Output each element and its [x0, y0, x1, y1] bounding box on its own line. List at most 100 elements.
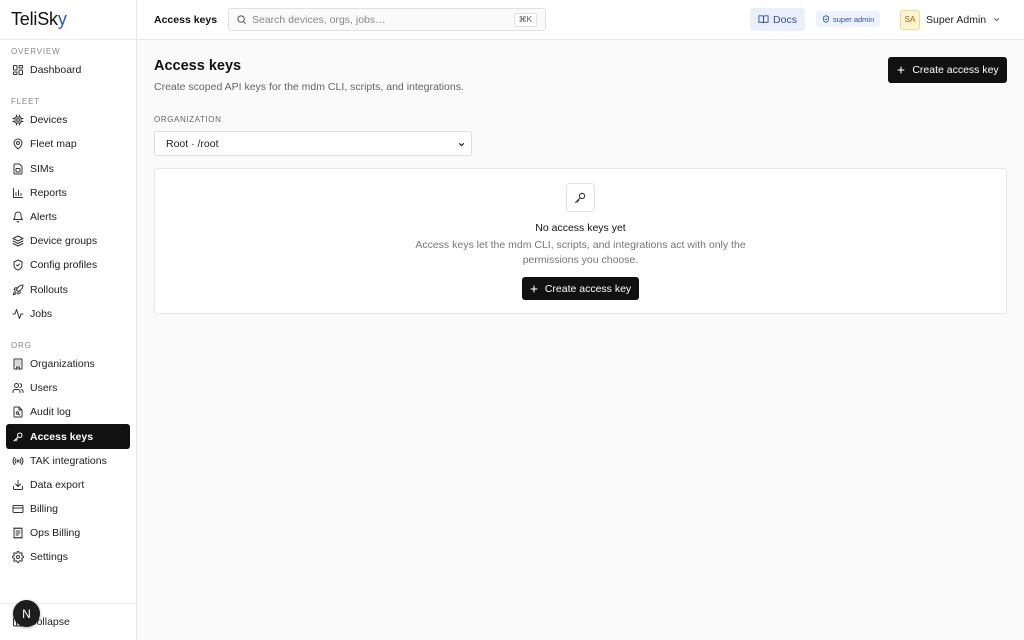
bar-chart-icon: [13, 187, 23, 198]
sidebar-item-label: Dashboard: [30, 64, 82, 77]
sidebar-item-devices[interactable]: Devices: [6, 108, 130, 132]
assistant-bubble[interactable]: N: [13, 600, 40, 627]
search-icon: [237, 15, 246, 24]
chevron-down-icon: [994, 18, 1000, 22]
sidebar-item-label: Alerts: [30, 211, 57, 224]
book-icon: [758, 15, 769, 24]
logo-accent: y: [57, 9, 67, 29]
search-input[interactable]: [252, 13, 502, 26]
sidebar: TeliSk y OVERVIEW Dashboard FLEET Devices Fle…: [0, 0, 137, 640]
sidebar-item-data-export[interactable]: Data export: [6, 473, 130, 497]
sidebar-item-ops-billing[interactable]: Ops Billing: [6, 521, 130, 545]
sidebar-section-label: ORG: [11, 340, 32, 350]
plus-icon: [897, 66, 905, 74]
sidebar-item-label: Billing: [30, 503, 59, 516]
search-shortcut: ⌘K: [513, 13, 537, 27]
user-menu[interactable]: SA Super Admin: [900, 9, 1001, 30]
gear-icon: [12, 551, 24, 564]
sidebar-item-settings[interactable]: Settings: [6, 545, 130, 569]
sidebar-item-label: Devices: [30, 114, 68, 127]
sidebar-item-tak-integrations[interactable]: TAK integrations: [6, 449, 130, 473]
topbar: Access keys ⌘K Docs super admin SA Super…: [137, 0, 1024, 40]
role-badge-label: super admin: [833, 14, 875, 24]
sidebar-item-label: Data export: [30, 478, 85, 491]
plus-icon: [530, 285, 538, 292]
sidebar-section-label: FLEET: [11, 97, 40, 107]
chip-icon: [12, 114, 24, 126]
main-content: Access keys Create scoped API keys for t…: [137, 40, 1024, 640]
role-badge: super admin: [816, 11, 881, 27]
sidebar-item-label: Organizations: [30, 357, 95, 370]
empty-state-title: No access keys yet: [535, 222, 626, 234]
docs-label: Docs: [773, 13, 797, 26]
sidebar-nav: OVERVIEW Dashboard FLEET Devices Fleet map SI…: [0, 40, 136, 570]
sidebar-item-label: TAK integrations: [30, 454, 107, 467]
shield-check-icon: [822, 15, 830, 23]
sidebar-item-label: Jobs: [30, 307, 53, 320]
dashboard-icon: [13, 65, 23, 76]
sidebar-item-label: Settings: [30, 551, 68, 564]
empty-state-description: Access keys let the mdm CLI, scripts, an…: [415, 239, 746, 266]
sidebar-section-label: OVERVIEW: [11, 47, 61, 56]
sidebar-item-reports[interactable]: Reports: [6, 181, 130, 205]
empty-state-button-label: Create access key: [544, 282, 632, 295]
sidebar-item-label: Device groups: [30, 235, 98, 248]
empty-state-card: No access keys yet Access keys let the m…: [154, 168, 1007, 314]
sidebar-item-billing[interactable]: Billing: [6, 497, 130, 521]
page-subtitle: Create scoped API keys for the mdm CLI, …: [154, 81, 464, 93]
app-logo[interactable]: TeliSk y: [0, 0, 136, 40]
sidebar-item-dashboard[interactable]: Dashboard: [6, 58, 130, 82]
sidebar-item-fleet-map[interactable]: Fleet map: [6, 132, 130, 156]
sidebar-item-label: Audit log: [30, 406, 71, 419]
create-access-key-button[interactable]: Create access key: [888, 57, 1007, 83]
sidebar-item-label: Config profiles: [30, 259, 98, 272]
sidebar-item-label: Access keys: [30, 430, 94, 443]
organization-select[interactable]: Root · /root: [154, 131, 472, 156]
building-icon: [13, 358, 23, 370]
bell-icon: [13, 211, 23, 223]
layers-icon: [12, 235, 24, 247]
sidebar-item-users[interactable]: Users: [6, 376, 130, 400]
users-icon: [12, 383, 24, 394]
download-icon: [13, 479, 23, 490]
page-title: Access keys: [154, 58, 242, 74]
sidebar-item-label: Fleet map: [30, 138, 77, 151]
sidebar-item-alerts[interactable]: Alerts: [6, 205, 130, 229]
radio-icon: [12, 456, 24, 465]
sidebar-item-label: Users: [30, 382, 58, 395]
empty-state-create-button[interactable]: Create access key: [521, 277, 639, 300]
organization-selected-value: Root · /root: [166, 137, 219, 150]
sidebar-item-sims[interactable]: SIMs: [6, 157, 130, 181]
sidebar-item-audit-log[interactable]: Audit log: [6, 400, 130, 424]
activity-icon: [12, 308, 24, 319]
sidebar-item-organizations[interactable]: Organizations: [6, 352, 130, 376]
rocket-icon: [12, 284, 24, 295]
audit-log-icon: [13, 406, 23, 418]
avatar: SA: [900, 9, 920, 30]
topbar-title: Access keys: [154, 13, 218, 26]
shield-icon: [13, 259, 23, 271]
sidebar-item-access-keys[interactable]: Access keys: [6, 424, 130, 449]
sidebar-item-config-profiles[interactable]: Config profiles: [6, 253, 130, 277]
chevron-down-icon: [458, 142, 465, 147]
sidebar-item-rollouts[interactable]: Rollouts: [6, 278, 130, 302]
sidebar-item-label: SIMs: [30, 162, 54, 175]
create-button-label: Create access key: [912, 64, 999, 76]
map-icon: [13, 138, 23, 150]
docs-button[interactable]: Docs: [750, 8, 805, 31]
key-icon: [574, 192, 586, 203]
sidebar-item-label: Rollouts: [30, 283, 68, 296]
sidebar-item-jobs[interactable]: Jobs: [6, 302, 130, 326]
organization-label: ORGANIZATION: [154, 115, 222, 124]
sidebar-item-device-groups[interactable]: Device groups: [6, 229, 130, 253]
logo-text: TeliSk: [11, 9, 58, 29]
empty-state-icon-tile: [565, 183, 595, 212]
sim-icon: [13, 163, 23, 175]
sidebar-item-label: Reports: [30, 186, 67, 199]
key-icon: [13, 432, 23, 442]
user-name: Super Admin: [926, 13, 987, 26]
search-box[interactable]: ⌘K: [228, 8, 546, 31]
credit-card-icon: [12, 505, 24, 514]
